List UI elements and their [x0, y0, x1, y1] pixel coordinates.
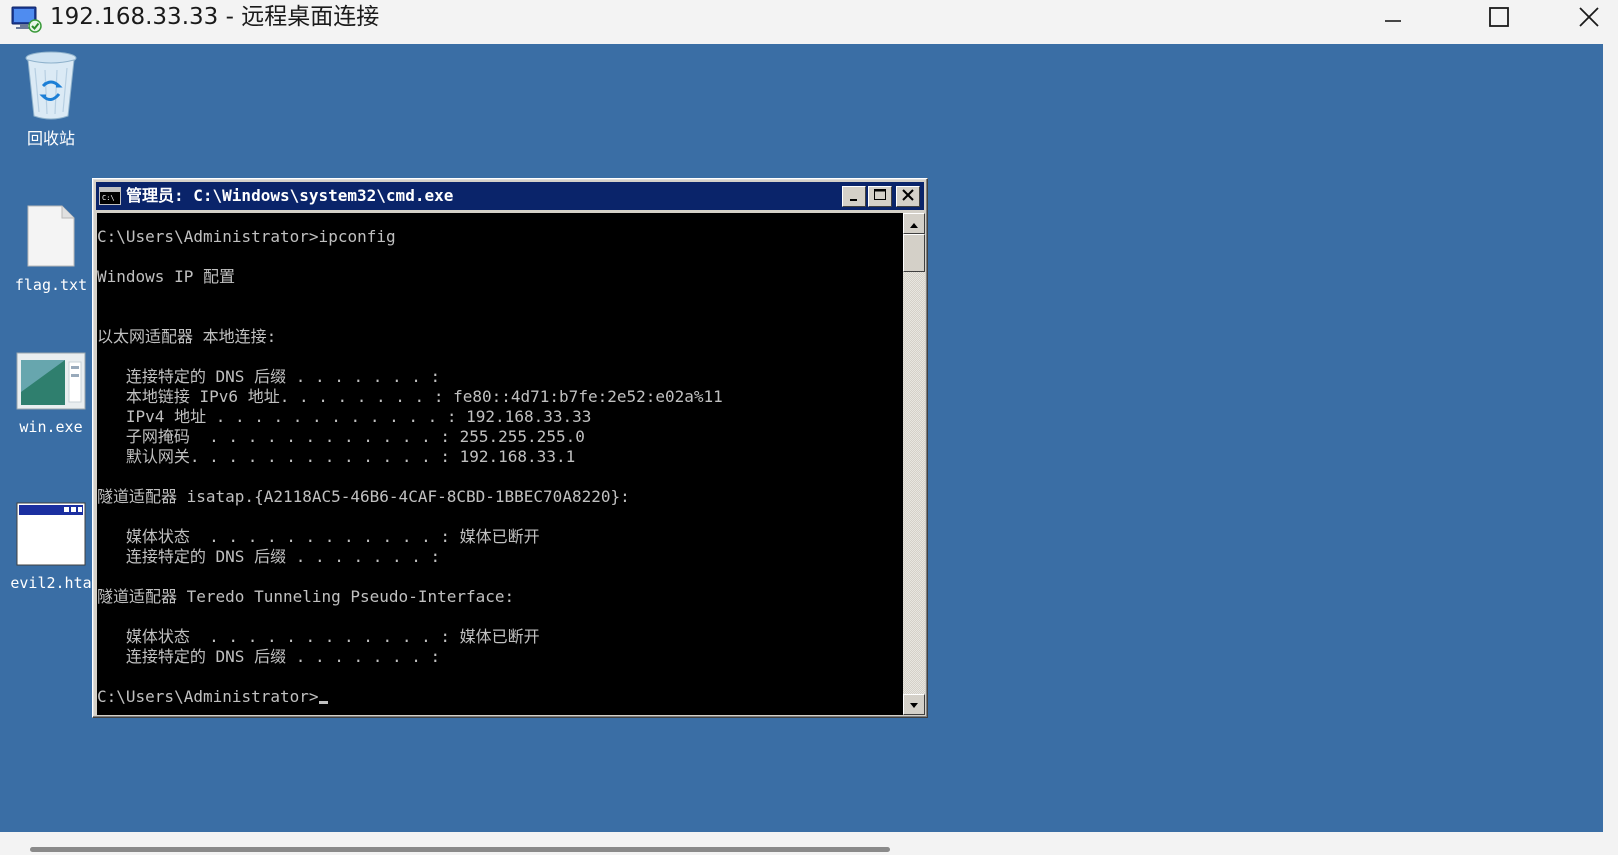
console-line: 媒体状态 . . . . . . . . . . . . : 媒体已断开 [97, 627, 540, 646]
maximize-button[interactable] [1470, 0, 1528, 34]
minimize-icon [1383, 7, 1403, 27]
remote-desktop-icon [10, 4, 44, 34]
desktop-icon-recycle-bin[interactable]: 回收站 [1, 50, 101, 148]
chevron-up-icon [909, 214, 919, 233]
console-line: 连接特定的 DNS 后缀 . . . . . . . : [97, 547, 441, 566]
window-title: 192.168.33.33 - 远程桌面连接 [50, 4, 380, 30]
close-icon [901, 187, 915, 206]
console-line: IPv4 地址 . . . . . . . . . . . . : 192.16… [97, 407, 592, 426]
console-prompt: C:\Users\Administrator> [97, 687, 319, 706]
console-line: Windows IP 配置 [97, 267, 235, 286]
cmd-close-button[interactable] [896, 186, 920, 207]
scroll-thumb[interactable] [903, 234, 925, 272]
console-line: 默认网关. . . . . . . . . . . . . : 192.168.… [97, 447, 576, 466]
console-scrollbar[interactable] [903, 213, 925, 715]
console-line: 隧道适配器 Teredo Tunneling Pseudo-Interface: [97, 587, 515, 606]
close-icon [1578, 6, 1600, 28]
scroll-down-button[interactable] [903, 694, 925, 715]
minimize-button[interactable] [1364, 0, 1422, 34]
scroll-up-button[interactable] [903, 213, 925, 234]
cmd-window[interactable]: C:\ 管理员: C:\Windows\system32\cmd.exe C:\… [92, 178, 928, 718]
console-line: 隧道适配器 isatap.{A2118AC5-46B6-4CAF-8CBD-1B… [97, 487, 630, 506]
chevron-down-icon [909, 695, 919, 714]
cmd-maximize-button[interactable] [868, 186, 892, 207]
text-file-icon [26, 205, 76, 272]
console-line: 连接特定的 DNS 后缀 . . . . . . . : [97, 647, 441, 666]
exe-file-icon [16, 352, 86, 414]
minimize-icon [848, 187, 860, 206]
console-line: 本地链接 IPv6 地址. . . . . . . . : fe80::4d71… [97, 387, 723, 406]
maximize-icon [1488, 6, 1510, 28]
console-output[interactable]: C:\Users\Administrator>ipconfig Windows I… [97, 213, 903, 715]
maximize-icon [873, 187, 887, 206]
console-line: C:\Users\Administrator>ipconfig [97, 227, 396, 246]
desktop-icon-evil2-hta[interactable]: evil2.hta [1, 502, 101, 592]
console-line: 连接特定的 DNS 后缀 . . . . . . . : [97, 367, 441, 386]
cmd-title: 管理员: C:\Windows\system32\cmd.exe [126, 186, 454, 205]
remote-desktop[interactable]: 回收站 flag.txt win.exe evil2.hta C:\ 管理员: … [0, 44, 1603, 832]
console-icon: C:\ [99, 187, 121, 205]
desktop-icon-label: evil2.hta [10, 574, 92, 592]
desktop-icon-flag-txt[interactable]: flag.txt [1, 204, 101, 294]
rdp-title-bar[interactable]: 192.168.33.33 - 远程桌面连接 [0, 0, 1618, 44]
console-prompt-line[interactable]: C:\Users\Administrator> [97, 687, 903, 707]
console-line: 媒体状态 . . . . . . . . . . . . : 媒体已断开 [97, 527, 540, 546]
console-line: 子网掩码 . . . . . . . . . . . . : 255.255.2… [97, 427, 585, 446]
desktop-icon-label: win.exe [19, 418, 83, 436]
text-cursor [318, 701, 328, 704]
hta-file-icon [16, 502, 86, 570]
close-button[interactable] [1560, 0, 1618, 34]
cmd-minimize-button[interactable] [842, 186, 866, 207]
rdp-right-edge [1603, 44, 1618, 832]
desktop-icon-win-exe[interactable]: win.exe [1, 352, 101, 436]
scroll-thumb[interactable] [30, 847, 890, 852]
recycle-bin-icon [23, 51, 79, 126]
cmd-title-bar[interactable]: C:\ 管理员: C:\Windows\system32\cmd.exe [96, 182, 924, 210]
desktop-icon-label: flag.txt [14, 276, 88, 294]
console-line: 以太网适配器 本地连接: [97, 327, 277, 346]
desktop-icon-label: 回收站 [26, 129, 75, 148]
rdp-horizontal-scrollbar[interactable] [0, 832, 1618, 855]
